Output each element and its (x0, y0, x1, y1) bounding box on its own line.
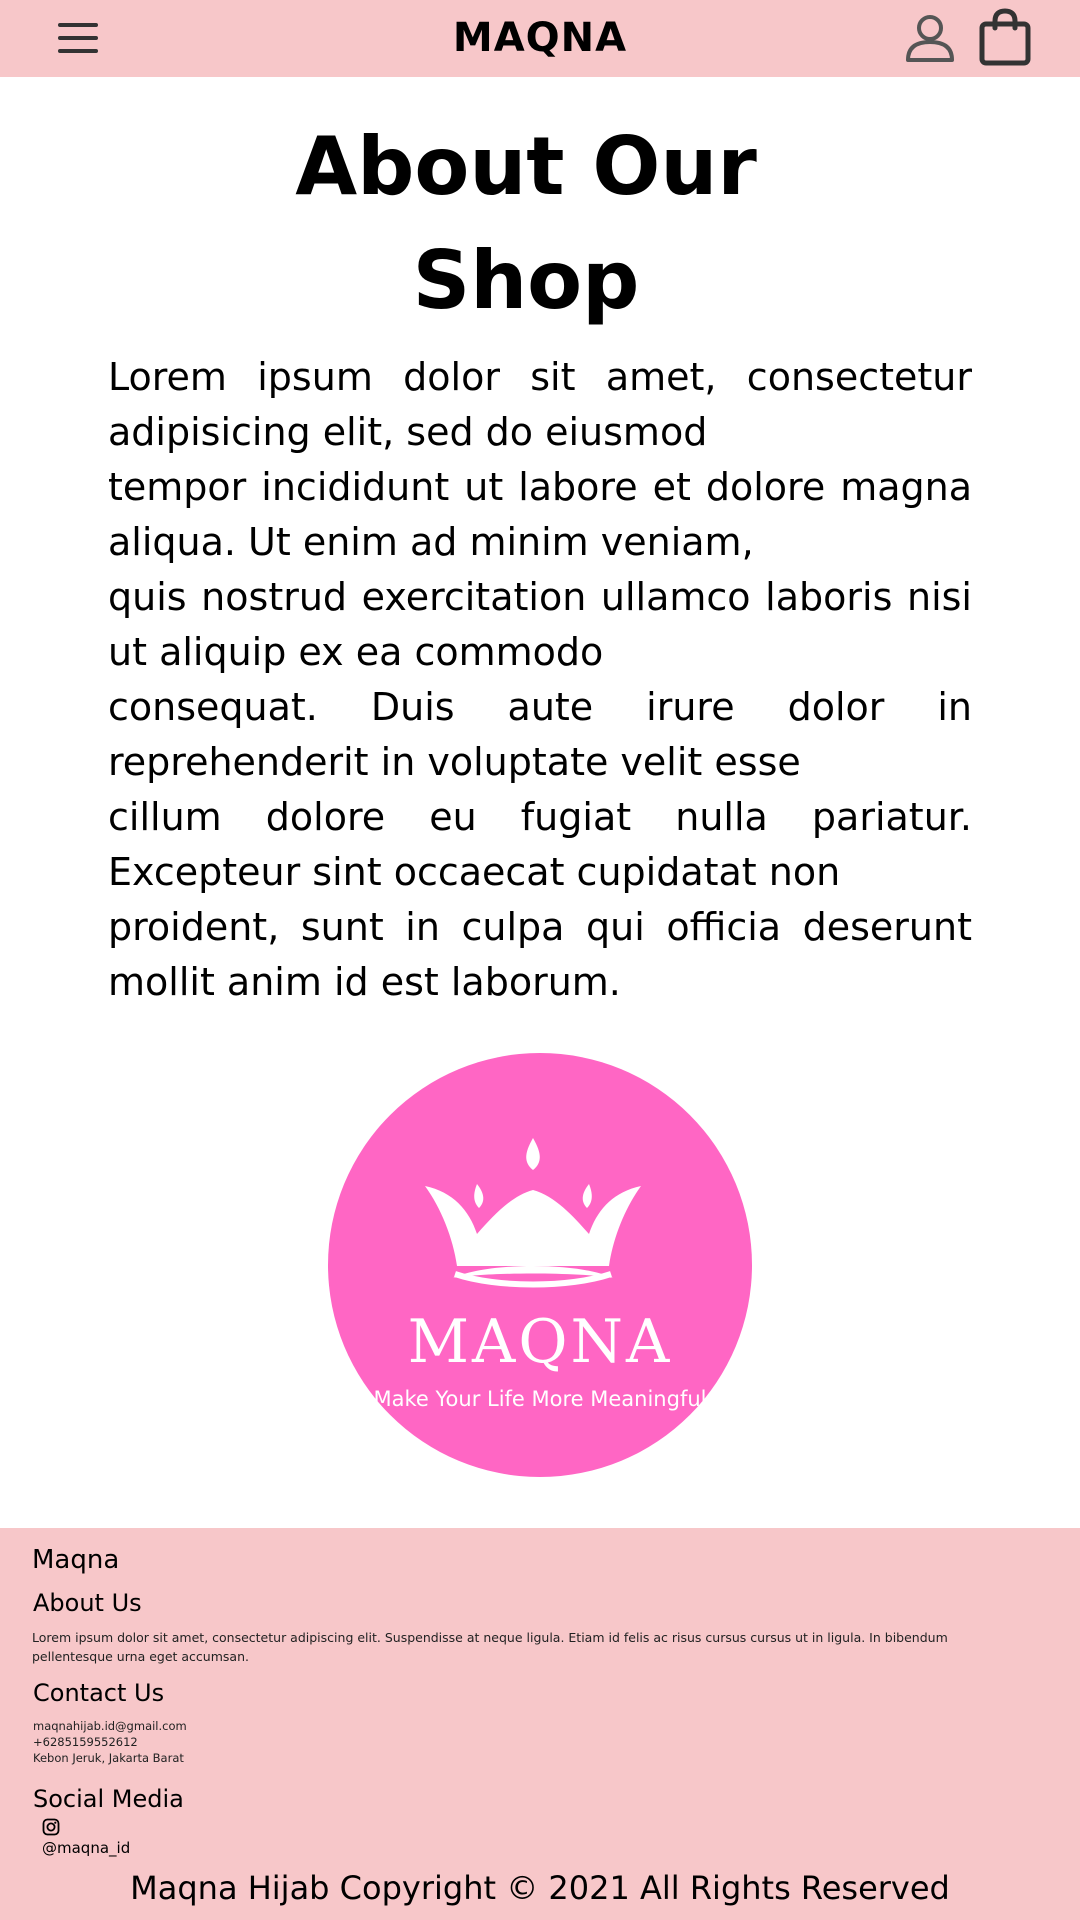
footer-about-heading[interactable]: About Us (33, 1586, 142, 1620)
about-page: MAQNA About Our Shop Lorem ipsum dolor s… (0, 0, 1080, 1920)
page-title: About Our Shop (240, 110, 812, 338)
description-line: consequat. Duis aute irure dolor in repr… (108, 685, 972, 784)
copyright-text: Maqna Hijab Copyright © 2021 All Rights … (130, 1869, 950, 1907)
brand-title[interactable]: MAQNA (340, 10, 740, 66)
shopping-bag-icon[interactable] (978, 8, 1032, 66)
footer-about-text: Lorem ipsum dolor sit amet, consectetur … (32, 1630, 948, 1664)
instagram-handle-link[interactable]: @maqna_id (42, 1838, 130, 1858)
hamburger-menu-icon[interactable] (56, 21, 102, 55)
user-icon[interactable] (904, 12, 956, 64)
footer-contact-details: maqnahijab.id@gmail.com +6285159552612 K… (33, 1718, 187, 1766)
logo-tagline: Make Your Life More Meaningful (374, 1387, 707, 1411)
description-line: cillum dolore eu fugiat nulla pariatur. … (108, 795, 972, 894)
site-footer: Maqna About Us Lorem ipsum dolor sit ame… (0, 1528, 1080, 1920)
description-line: quis nostrud exercitation ullamco labori… (108, 575, 972, 674)
description-line: Lorem ipsum dolor sit amet, consectetur … (108, 355, 972, 454)
about-description: Lorem ipsum dolor sit amet, consectetur … (108, 350, 972, 1010)
footer-brand: Maqna (32, 1545, 120, 1575)
maqna-logo: MAQNA Make Your Life More Meaningful (327, 1052, 753, 1478)
title-line-1: About Our (295, 120, 757, 213)
footer-social-heading: Social Media (33, 1785, 184, 1813)
instagram-icon[interactable] (42, 1818, 60, 1836)
contact-address: Kebon Jeruk, Jakarta Barat (33, 1751, 184, 1765)
contact-phone[interactable]: +6285159552612 (33, 1734, 187, 1750)
top-navigation-bar: MAQNA (0, 0, 1080, 77)
description-line: proident, sunt in culpa qui officia dese… (108, 905, 972, 1004)
description-line: tempor incididunt ut labore et dolore ma… (108, 465, 972, 564)
footer-contact-heading[interactable]: Contact Us (33, 1676, 164, 1710)
logo-wordmark: MAQNA (408, 1307, 673, 1377)
title-line-2: Shop (412, 234, 640, 327)
contact-email[interactable]: maqnahijab.id@gmail.com (33, 1718, 187, 1734)
